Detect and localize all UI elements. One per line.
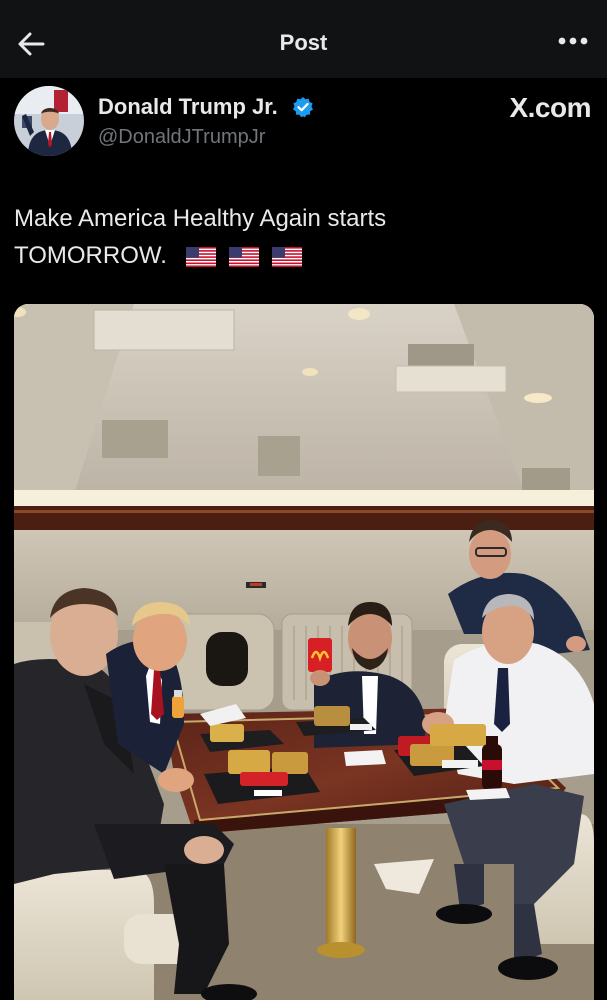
post-text: Make America Healthy Again starts TOMORR… [14,200,574,274]
us-flag-emoji-icon [271,246,302,267]
author-name[interactable]: Donald Trump Jr. [98,94,278,120]
more-dots-icon[interactable] [557,36,589,46]
post-photo[interactable] [14,304,594,1000]
avatar[interactable] [14,86,84,156]
post-author: Donald Trump Jr. @DonaldJTrumpJr [14,86,594,166]
page-title: Post [279,30,328,55]
x-com-watermark: X.com [509,92,591,123]
verified-badge-icon [293,97,313,118]
post-text-line-1: Make America Healthy Again starts [14,205,387,232]
us-flag-emoji-icon [186,246,217,267]
top-bar: Post [0,0,607,78]
us-flag-emoji-icon [228,246,259,267]
post-text-word: TOMORROW. [14,242,167,269]
photo-illustration [14,304,594,1000]
author-handle[interactable]: @DonaldJTrumpJr [98,126,265,149]
post-text-line-2: TOMORROW. [14,237,574,274]
